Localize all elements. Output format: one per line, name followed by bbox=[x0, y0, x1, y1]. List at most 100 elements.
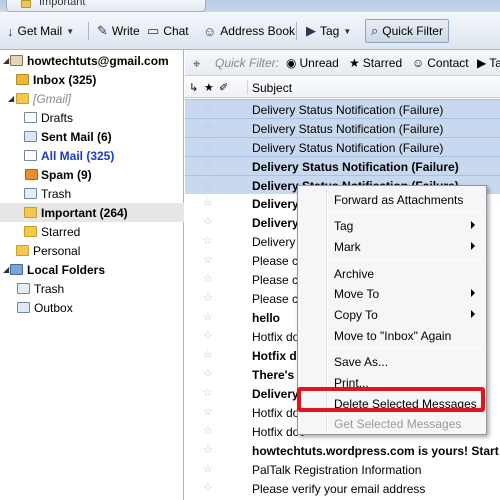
collapse-icon[interactable]: ◢ bbox=[3, 265, 9, 274]
star-icon[interactable]: ☆ bbox=[203, 481, 213, 494]
message-row[interactable]: ☆ Delivery Status Notification (Failure) bbox=[185, 137, 500, 156]
chevron-down-icon: ▼ bbox=[343, 26, 352, 36]
message-subject: Delivery Status Notification (Failure) bbox=[252, 160, 459, 174]
starred-filter-button[interactable]: ★ Starred bbox=[349, 56, 402, 70]
message-row[interactable]: ☆ Delivery Status Notification (Failure) bbox=[185, 118, 500, 137]
folder-spam[interactable]: Spam (9) bbox=[0, 165, 184, 184]
tags-filter-button[interactable]: ▶ Ta bbox=[477, 56, 500, 70]
attachment-column-icon[interactable]: ✐ bbox=[219, 81, 228, 94]
tag-button[interactable]: ▶ Tag ▼ bbox=[301, 19, 356, 43]
star-icon[interactable]: ☆ bbox=[203, 405, 213, 418]
folder-label: Outbox bbox=[34, 301, 73, 315]
folder-all-mail[interactable]: All Mail (325) bbox=[0, 146, 184, 165]
contact-filter-label: Contact bbox=[427, 56, 469, 70]
tab-important[interactable]: Important bbox=[6, 0, 206, 12]
menu-save-as[interactable]: Save As... bbox=[299, 351, 485, 371]
folder-outbox[interactable]: Outbox bbox=[0, 298, 184, 317]
star-icon[interactable]: ☆ bbox=[203, 443, 213, 456]
star-icon[interactable]: ☆ bbox=[203, 234, 213, 247]
folder-pane: ◢ howtechtuts@gmail.com Inbox (325) ◢ [G… bbox=[0, 50, 184, 500]
folder-local-trash[interactable]: Trash bbox=[0, 279, 184, 298]
folder-drafts[interactable]: Drafts bbox=[0, 108, 184, 127]
folder-local-folders[interactable]: ◢ Local Folders bbox=[0, 260, 184, 279]
star-icon[interactable]: ☆ bbox=[203, 253, 213, 266]
message-row[interactable]: ☆ Please verify your email address bbox=[185, 479, 500, 498]
menu-copy-to[interactable]: Copy To bbox=[299, 304, 485, 324]
folder-sent[interactable]: Sent Mail (6) bbox=[0, 127, 184, 146]
star-icon[interactable]: ☆ bbox=[203, 215, 213, 228]
star-icon[interactable]: ☆ bbox=[203, 329, 213, 342]
folder-icon bbox=[24, 207, 37, 218]
menu-item-label: Save As... bbox=[334, 355, 389, 369]
message-subject: howtechtuts.wordpress.com is yours! Star… bbox=[252, 444, 500, 458]
star-icon[interactable]: ☆ bbox=[203, 121, 213, 134]
message-row[interactable]: ☆ Delivery Status Notification (Failure) bbox=[185, 99, 500, 118]
folder-important[interactable]: Important (264) bbox=[0, 203, 184, 222]
menu-item-label: Move To bbox=[334, 287, 380, 301]
star-icon[interactable]: ☆ bbox=[203, 272, 213, 285]
subject-column-header[interactable]: Subject bbox=[252, 81, 292, 95]
all-mail-icon bbox=[24, 150, 37, 161]
folder-label: [Gmail] bbox=[33, 92, 72, 106]
chevron-down-icon[interactable]: ▼ bbox=[66, 27, 74, 36]
menu-forward-as-attachments[interactable]: Forward as Attachments bbox=[299, 189, 485, 209]
pin-icon[interactable]: ⌖ bbox=[193, 56, 200, 72]
menu-move-again[interactable]: Move to "Inbox" Again bbox=[299, 325, 485, 345]
message-subject: hello bbox=[252, 311, 281, 325]
get-mail-button[interactable]: ↓ Get Mail ▼ bbox=[2, 19, 79, 43]
mail-account-icon bbox=[10, 55, 23, 66]
chat-button[interactable]: ▭ Chat bbox=[142, 19, 194, 43]
message-row[interactable]: ☆ howtechtuts.wordpress.com is yours! Sta… bbox=[185, 441, 500, 460]
star-icon[interactable]: ☆ bbox=[203, 140, 213, 153]
folder-gmail[interactable]: ◢ [Gmail] bbox=[0, 89, 184, 108]
contact-filter-button[interactable]: ☺ Contact bbox=[412, 56, 469, 70]
unread-filter-button[interactable]: ◉ Unread bbox=[286, 56, 339, 70]
folder-starred[interactable]: Starred bbox=[0, 222, 184, 241]
write-button[interactable]: ✎ Write bbox=[92, 19, 145, 43]
star-icon[interactable]: ☆ bbox=[203, 386, 213, 399]
menu-archive[interactable]: Archive bbox=[299, 263, 485, 283]
folder-trash[interactable]: Trash bbox=[0, 184, 184, 203]
folder-inbox[interactable]: Inbox (325) bbox=[0, 70, 184, 89]
folder-label: Sent Mail (6) bbox=[41, 130, 112, 144]
star-icon[interactable]: ☆ bbox=[203, 348, 213, 361]
star-icon[interactable]: ☆ bbox=[203, 291, 213, 304]
quick-filter-button[interactable]: ⌕ Quick Filter bbox=[365, 19, 449, 43]
menu-separator bbox=[328, 211, 482, 212]
folder-personal[interactable]: Personal bbox=[0, 241, 184, 260]
menu-tag[interactable]: Tag bbox=[299, 215, 485, 235]
star-icon[interactable]: ☆ bbox=[203, 178, 213, 191]
thread-column-icon[interactable]: ↳ bbox=[189, 81, 198, 94]
folder-account[interactable]: ◢ howtechtuts@gmail.com bbox=[0, 51, 184, 70]
star-icon[interactable]: ☆ bbox=[203, 102, 213, 115]
star-icon[interactable]: ☆ bbox=[203, 310, 213, 323]
address-book-icon: ☺ bbox=[203, 23, 217, 39]
collapse-icon[interactable]: ◢ bbox=[8, 94, 14, 103]
message-row[interactable]: ☆ PalTalk Registration Information bbox=[185, 460, 500, 479]
drafts-icon bbox=[24, 112, 37, 123]
collapse-icon[interactable]: ◢ bbox=[3, 56, 9, 65]
local-folders-icon bbox=[10, 264, 23, 275]
menu-item-label: Forward as Attachments bbox=[334, 193, 464, 207]
folder-label: Starred bbox=[41, 225, 81, 239]
tab-label: Important bbox=[39, 0, 86, 8]
quick-filter-bar: ⌖ Quick Filter: ◉ Unread ★ Starred ☺ Con… bbox=[185, 50, 500, 76]
star-icon[interactable]: ☆ bbox=[203, 424, 213, 437]
trash-icon bbox=[24, 188, 37, 199]
menu-mark[interactable]: Mark bbox=[299, 236, 485, 256]
folder-icon bbox=[16, 93, 29, 104]
star-column-icon[interactable]: ★ bbox=[204, 81, 214, 94]
star-icon[interactable]: ☆ bbox=[203, 367, 213, 380]
star-icon[interactable]: ☆ bbox=[203, 196, 213, 209]
message-row[interactable]: ☆ Delivery Status Notification (Failure) bbox=[185, 156, 500, 175]
star-icon[interactable]: ☆ bbox=[203, 462, 213, 475]
menu-move-to[interactable]: Move To bbox=[299, 283, 485, 303]
star-icon[interactable]: ☆ bbox=[203, 159, 213, 172]
quick-filter-label: Quick Filter bbox=[382, 24, 443, 38]
search-icon: ⌕ bbox=[371, 23, 379, 38]
menu-item-label: Mark bbox=[334, 240, 361, 254]
folder-label: All Mail (325) bbox=[41, 149, 115, 163]
submenu-arrow-icon bbox=[471, 289, 475, 297]
address-book-button[interactable]: ☺ Address Book bbox=[198, 19, 300, 43]
folder-label: Drafts bbox=[41, 111, 74, 125]
